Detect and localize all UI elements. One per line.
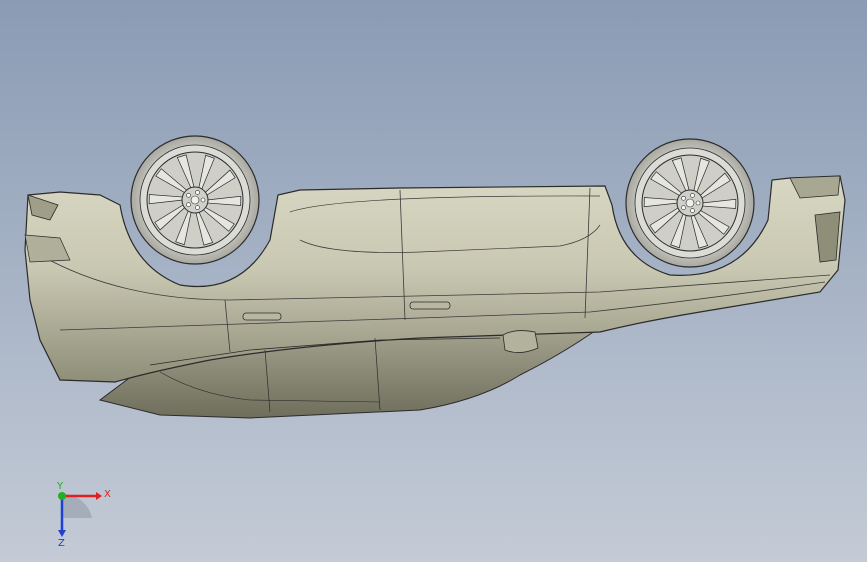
side-mirror <box>502 330 539 353</box>
lug-nut <box>186 202 191 208</box>
lug-nut <box>690 193 695 198</box>
car-model-view[interactable] <box>0 0 867 562</box>
center-cap <box>685 198 695 208</box>
axis-triad: X Y Z <box>56 481 111 549</box>
lug-nut <box>200 197 206 203</box>
x-axis-label: X <box>104 489 111 500</box>
z-axis-label: Z <box>58 538 65 549</box>
lug-nut <box>681 205 686 211</box>
lug-nut <box>186 192 191 198</box>
lug-nut <box>681 195 686 201</box>
x-axis-arrowhead <box>96 492 102 500</box>
triad-plane <box>62 493 92 518</box>
lug-nut <box>195 190 200 195</box>
door-handle-front <box>242 312 282 321</box>
center-cap <box>190 195 200 205</box>
lug-nut <box>195 205 200 210</box>
y-axis-label: Y <box>56 481 64 492</box>
z-axis-arrowhead <box>58 530 66 537</box>
rear-wheel <box>625 138 755 268</box>
door-handle-rear <box>409 301 451 310</box>
lug-nut <box>690 208 695 213</box>
lug-nut <box>695 200 701 206</box>
y-axis-marker <box>58 492 66 500</box>
front-wheel <box>130 135 260 265</box>
cad-viewport[interactable]: X Y Z <box>0 0 867 562</box>
